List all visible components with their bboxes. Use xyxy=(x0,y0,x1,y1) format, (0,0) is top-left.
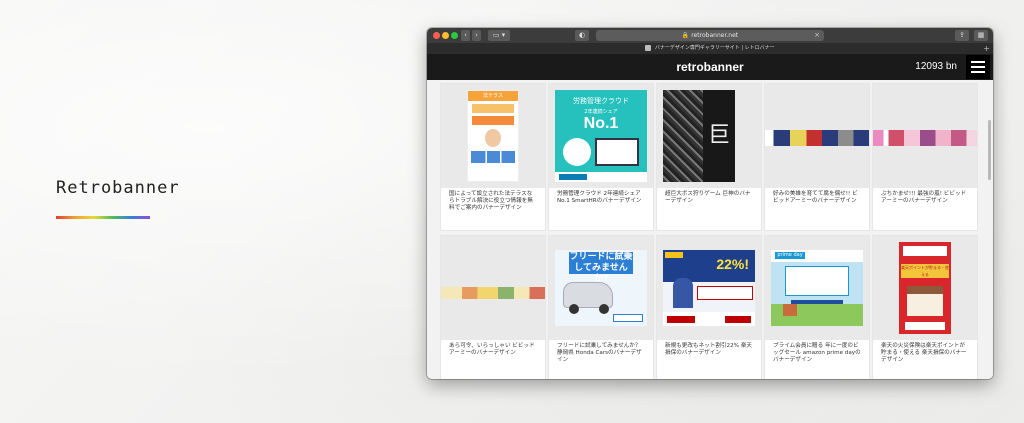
close-window-icon[interactable] xyxy=(433,32,440,39)
banner-text: 22%! xyxy=(716,256,749,272)
banner-card[interactable]: 巨神 超巨大ボス狩りゲーム 巨神のバナーデザイン xyxy=(657,84,761,230)
banner-caption[interactable]: あら可令、いらっしゃい ビビッドアーミーのバナーデザイン xyxy=(441,340,545,357)
site-header: retrobanner 12093 bn xyxy=(427,54,993,80)
reader-icon[interactable]: ◐ xyxy=(575,30,589,41)
rainbow-underline xyxy=(56,216,150,219)
banner-text: 2年連続シェア xyxy=(584,109,618,115)
wide-banner-strip xyxy=(441,287,545,299)
banner-band xyxy=(472,116,514,125)
primeday-banner: prime day xyxy=(771,250,863,326)
browser-titlebar: ‹ › ▭ ▾ ◐ 🔒 retrobanner.net × ⇪ ▦ xyxy=(427,28,993,43)
gallery-grid: 法テラス 国によって設立された法テラスならトラブル解決に役立つ情報を無料でご案内… xyxy=(427,80,993,379)
wheel-icon xyxy=(569,304,579,314)
banner-card[interactable]: 22%! 新規も更改もネット割引22% 楽天損保のバナーデザイン xyxy=(657,236,761,379)
back-arrow-icon[interactable]: ‹ xyxy=(461,30,470,41)
banner-thumbnail[interactable]: 巨神 xyxy=(657,84,761,188)
banner-header xyxy=(903,246,947,256)
banner-text: prime day xyxy=(775,252,805,259)
wide-banner-strip xyxy=(765,130,869,146)
banner-thumbnail[interactable]: フリードに試乗してみませんか? xyxy=(549,236,653,340)
banner-caption[interactable]: 新規も更改もネット割引22% 楽天損保のバナーデザイン xyxy=(657,340,761,357)
rakuten-logo xyxy=(667,316,695,323)
banner-thumbnail[interactable]: 労務管理クラウド 2年連続シェア No.1 xyxy=(549,84,653,188)
clear-url-icon[interactable]: × xyxy=(814,30,820,41)
brand-title: Retrobanner xyxy=(56,178,180,198)
hamburger-line xyxy=(971,66,985,68)
banner-text: 巨神 xyxy=(703,90,735,182)
banner-thumbnail[interactable] xyxy=(765,84,869,188)
banner-sign xyxy=(785,266,849,296)
banner-thumbnail[interactable]: prime day xyxy=(765,236,869,340)
share-icon[interactable]: ⇪ xyxy=(955,30,969,41)
device-illustration xyxy=(595,138,639,166)
address-bar[interactable]: 🔒 retrobanner.net × xyxy=(596,30,824,41)
badge-circle xyxy=(563,138,591,166)
banner-text: No.1 xyxy=(583,115,619,132)
new-tab-icon[interactable]: + xyxy=(983,43,990,54)
url-text: retrobanner.net xyxy=(691,32,739,39)
banner-thumbnail[interactable] xyxy=(441,236,545,340)
banner-text: 労務管理クラウド xyxy=(573,97,629,105)
zoom-window-icon[interactable] xyxy=(451,32,458,39)
minimize-window-icon[interactable] xyxy=(442,32,449,39)
banner-buttons xyxy=(471,151,515,163)
banner-cta xyxy=(905,322,945,330)
banner-thumbnail[interactable]: 楽天ポイントが貯まる・使える xyxy=(873,236,977,340)
banner-caption[interactable]: 国によって設立された法テラスならトラブル解決に役立つ情報を無料でご案内のバナーデ… xyxy=(441,188,545,212)
banner-caption[interactable]: 好みの美雄を育てて腐を偶せ!! ビビッドアーミーのバナーデザイン xyxy=(765,188,869,205)
houterasu-banner: 法テラス xyxy=(467,90,519,182)
banner-cta xyxy=(613,314,643,322)
lock-icon: 🔒 xyxy=(681,32,690,39)
wheel-icon xyxy=(599,304,609,314)
forward-arrow-icon[interactable]: › xyxy=(472,30,481,41)
favicon-icon xyxy=(645,44,652,51)
tabs-icon[interactable]: ▦ xyxy=(974,30,988,41)
house-illustration xyxy=(907,286,943,316)
tab-title[interactable]: バナーデザイン専門ギャラリーサイト | レトロバナー xyxy=(655,45,775,51)
site-logo[interactable]: retrobanner xyxy=(427,60,993,74)
banner-thumbnail[interactable]: 22%! xyxy=(657,236,761,340)
honda-banner: フリードに試乗してみませんか? xyxy=(555,250,647,326)
banner-band xyxy=(697,286,753,300)
hamburger-menu-button[interactable] xyxy=(966,55,990,79)
tab-bar: バナーデザイン専門ギャラリーサイト | レトロバナー + xyxy=(427,43,993,54)
banner-caption[interactable]: フリードに試乗してみませんか？静岡県 Honda Carsのバナーデザイン xyxy=(549,340,653,364)
person-illustration xyxy=(673,278,693,308)
banner-card[interactable]: prime day プライム会員に贈る 年に一度のビッグセール amazon p… xyxy=(765,236,869,379)
hamburger-line xyxy=(971,71,985,73)
banner-caption[interactable]: 超巨大ボス狩りゲーム 巨神のバナーデザイン xyxy=(657,188,761,205)
person-illustration xyxy=(485,129,501,147)
banner-caption[interactable]: ぶちかませ!!! 最強の嵐! ビビッドアーミーのバナーデザイン xyxy=(873,188,977,205)
banner-caption[interactable]: 楽天の火災保険は楽天ポイントが貯まる・使える 楽天損保のバナーデザイン xyxy=(873,340,977,364)
banner-caption[interactable]: 労務管理クラウド 2年連続シェア No.1 SmartHRのバナーデザイン xyxy=(549,188,653,205)
banner-text: 法テラス xyxy=(468,91,518,101)
banner-band xyxy=(472,104,514,113)
banner-card[interactable]: ぶちかませ!!! 最強の嵐! ビビッドアーミーのバナーデザイン xyxy=(873,84,977,230)
banner-card[interactable]: フリードに試乗してみませんか? フリードに試乗してみませんか？静岡県 Honda… xyxy=(549,236,653,379)
banner-card[interactable]: 楽天ポイントが貯まる・使える 楽天の火災保険は楽天ポイントが貯まる・使える 楽天… xyxy=(873,236,977,379)
banner-card[interactable]: 好みの美雄を育てて腐を偶せ!! ビビッドアーミーのバナーデザイン xyxy=(765,84,869,230)
banner-thumbnail[interactable]: 法テラス xyxy=(441,84,545,188)
banner-card[interactable]: 労務管理クラウド 2年連続シェア No.1 労務管理クラウド 2年連続シェア N… xyxy=(549,84,653,230)
banner-text: 楽天ポイントが貯まる・使える xyxy=(901,264,949,278)
banner-thumbnail[interactable] xyxy=(873,84,977,188)
banner-caption[interactable]: プライム会員に贈る 年に一度のビッグセール amazon prime dayのバ… xyxy=(765,340,869,364)
browser-window: ‹ › ▭ ▾ ◐ 🔒 retrobanner.net × ⇪ ▦ バナーデザイ… xyxy=(427,28,993,379)
smarthr-banner: 労務管理クラウド 2年連続シェア No.1 xyxy=(555,90,647,182)
smarthr-logo xyxy=(559,174,587,180)
banner-card[interactable]: あら可令、いらっしゃい ビビッドアーミーのバナーデザイン xyxy=(441,236,545,379)
banner-cta xyxy=(725,316,751,323)
scrollbar-thumb[interactable] xyxy=(988,120,991,180)
kyoshin-banner: 巨神 xyxy=(663,90,735,182)
rakuten-sonpo-banner: 22%! xyxy=(663,250,755,326)
wide-banner-strip xyxy=(873,130,977,146)
hamburger-line xyxy=(971,61,985,63)
banner-card[interactable]: 法テラス 国によって設立された法テラスならトラブル解決に役立つ情報を無料でご案内… xyxy=(441,84,545,230)
rakuten-kasai-banner: 楽天ポイントが貯まる・使える xyxy=(899,242,951,334)
new-tag xyxy=(665,252,683,258)
sidebar-toggle-icon[interactable]: ▭ ▾ xyxy=(488,30,510,41)
banner-text: フリードに試乗してみませんか? xyxy=(569,252,633,284)
banner-count: 12093 bn xyxy=(915,61,957,72)
house-illustration xyxy=(783,304,797,316)
